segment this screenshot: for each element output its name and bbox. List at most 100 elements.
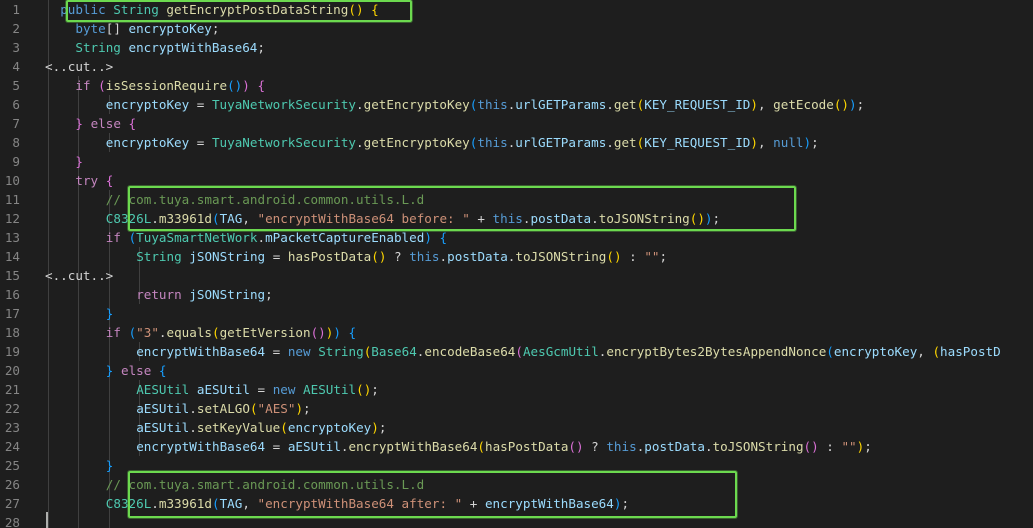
text-cursor <box>46 512 48 528</box>
code-line: 6 encryptoKey = TuyaNetworkSecurity.getEn… <box>0 95 1033 114</box>
code-token: ) <box>333 325 341 340</box>
code-token: "3" <box>136 325 159 340</box>
code-text: aESUtil.setKeyValue(encryptoKey); <box>136 418 386 437</box>
code-token: this <box>477 135 508 150</box>
code-text: <..cut..> <box>45 266 113 285</box>
code-line: 20} else { <box>0 361 1033 380</box>
code-token: null <box>773 135 804 150</box>
code-token: "AES" <box>257 401 296 416</box>
code-token: encryptWithBase64 <box>136 344 266 359</box>
code-token: , <box>757 135 774 150</box>
code-line: 3 String encryptWithBase64; <box>0 38 1033 57</box>
line-number: 22 <box>4 401 20 416</box>
code-token: aESUtil <box>136 401 190 416</box>
code-text: if ("3".equals(getEtVersion())) { <box>106 323 356 342</box>
code-token: ( <box>98 78 106 93</box>
code-token: = <box>249 382 273 397</box>
code-text: return jSONString; <box>136 285 273 304</box>
code-token: new <box>272 382 296 397</box>
code-token: . <box>257 230 266 245</box>
code-token: . <box>439 249 448 264</box>
code-text: encryptWithBase64 = aESUtil.encryptWithB… <box>136 437 872 456</box>
code-token: [] <box>105 21 129 36</box>
code-token: encryptoKey <box>287 420 372 435</box>
code-token: aESUtil <box>287 439 341 454</box>
line-number: 15 <box>4 268 20 283</box>
line-number: 14 <box>4 249 20 264</box>
line-number: 9 <box>12 154 20 169</box>
code-token: { <box>348 325 357 340</box>
code-token: encryptoKey <box>105 97 190 112</box>
code-token: this <box>606 439 637 454</box>
code-token: ) <box>849 97 857 112</box>
code-token: encryptBytes2BytesAppendNonce <box>606 344 827 359</box>
line-number: 18 <box>4 325 20 340</box>
code-token: . <box>158 325 167 340</box>
code-token: ; <box>864 439 872 454</box>
code-token: () <box>371 249 387 264</box>
code-text: } <box>106 456 114 475</box>
code-token: } <box>75 116 83 131</box>
code-editor[interactable]: 1 public String getEncryptPostDataString(… <box>0 0 1033 528</box>
code-token: . <box>189 401 197 416</box>
code-line: 16 return jSONString; <box>0 285 1033 304</box>
code-token: byte <box>75 21 106 36</box>
code-token: mPacketCaptureEnabled <box>265 230 425 245</box>
code-token: new <box>287 344 311 359</box>
code-line: 24 encryptWithBase64 = aESUtil.encryptWit… <box>0 437 1033 456</box>
code-token: else <box>90 116 121 131</box>
code-token: { <box>105 173 114 188</box>
line-number: 4 <box>12 59 20 74</box>
code-token: get <box>613 135 637 150</box>
code-token: () <box>833 97 849 112</box>
code-token: KEY_REQUEST_ID <box>644 135 751 150</box>
line-number: 13 <box>4 230 20 245</box>
code-text: encryptWithBase64 = new String(Base64.en… <box>136 342 1001 361</box>
code-token: () <box>606 249 622 264</box>
code-token: = <box>265 249 288 264</box>
code-token: TuyaSmartNetWork <box>136 230 258 245</box>
code-token: hasPostD <box>940 344 1001 359</box>
code-text: try { <box>75 171 113 190</box>
code-text: } <box>106 304 114 323</box>
code-token: = <box>189 135 212 150</box>
code-token: isSessionRequire <box>105 78 228 93</box>
code-token: ; <box>211 21 220 36</box>
highlight-box-log-before <box>128 186 796 231</box>
code-token: KEY_REQUEST_ID <box>644 97 751 112</box>
code-token: "" <box>841 439 857 454</box>
line-number: 17 <box>4 306 20 321</box>
code-token: AesGcmUtil <box>522 344 599 359</box>
code-line: 15 <..cut..> <box>0 266 1033 285</box>
code-line: 4 <..cut..> <box>0 57 1033 76</box>
code-token: = <box>265 344 288 359</box>
code-token: () <box>310 325 326 340</box>
code-text: encryptoKey = TuyaNetworkSecurity.getEnc… <box>106 133 819 152</box>
code-token: ) <box>750 97 758 112</box>
line-number: 10 <box>4 173 20 188</box>
code-text: encryptoKey = TuyaNetworkSecurity.getEnc… <box>106 95 864 114</box>
code-token: toJSONString <box>515 249 607 264</box>
code-token: ) <box>803 135 812 150</box>
code-token: encryptoKey <box>128 21 212 36</box>
code-token: ; <box>371 382 379 397</box>
code-token: hasPostData <box>287 249 372 264</box>
code-token: encryptWithBase64 <box>136 439 266 454</box>
highlight-box-log-after <box>128 471 737 518</box>
code-token: Base64 <box>371 344 417 359</box>
code-line: 18 if ("3".equals(getEtVersion())) { <box>0 323 1033 342</box>
line-number: 20 <box>4 363 20 378</box>
code-token: String <box>136 249 182 264</box>
code-token: ? <box>386 249 410 264</box>
code-token: : <box>621 249 645 264</box>
code-token: ( <box>477 439 486 454</box>
code-token: encryptWithBase64 <box>128 40 258 55</box>
code-token: <..cut..> <box>45 268 114 283</box>
code-token: { <box>257 78 266 93</box>
code-token: postData <box>447 249 508 264</box>
code-token: ; <box>856 97 865 112</box>
